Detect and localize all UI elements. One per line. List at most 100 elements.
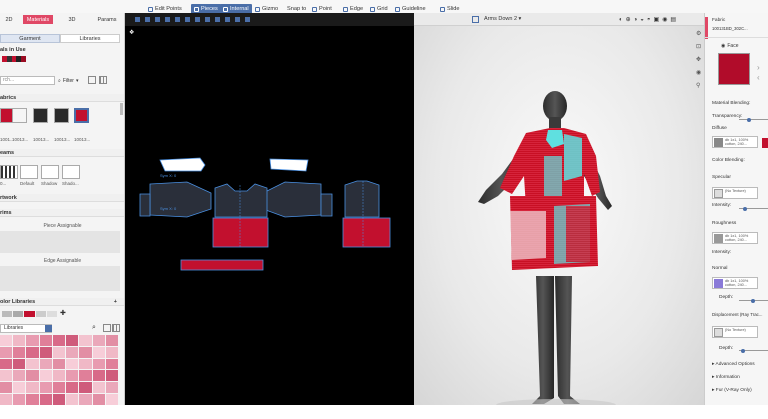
color-chip[interactable] [26, 370, 39, 382]
link-icon[interactable]: ⚲ [696, 82, 704, 89]
fabric-preview[interactable] [718, 53, 750, 85]
color-chip[interactable] [79, 346, 92, 358]
settings-icon[interactable]: ⚙ [696, 30, 704, 37]
avatar-icon[interactable] [472, 16, 479, 23]
color-chip[interactable] [0, 382, 13, 394]
color-chip[interactable] [39, 382, 52, 394]
color-chip[interactable] [26, 346, 39, 358]
color-chip[interactable] [105, 346, 118, 358]
color-chip[interactable] [13, 394, 26, 405]
color-chip[interactable] [13, 346, 26, 358]
list-view-icon[interactable] [88, 76, 96, 84]
advanced-options-section[interactable]: ▸ Advanced Options [712, 362, 755, 367]
move-icon[interactable]: ✥ [696, 56, 704, 63]
slider-knob[interactable] [741, 348, 745, 353]
color-chip[interactable] [105, 335, 118, 346]
view3d-icons[interactable]: ◐⊕◑◒◓▣◉▤ [619, 16, 679, 23]
seam-swatch[interactable] [0, 165, 18, 179]
eyedropper-icon[interactable]: ✚ [60, 310, 68, 318]
seam-swatch[interactable] [41, 165, 59, 179]
color-chip[interactable] [52, 346, 66, 358]
slider-knob[interactable] [743, 206, 747, 211]
roughness-texture[interactable]: db 1x1, 100% cotton, 240... [712, 232, 758, 244]
color-chip[interactable] [66, 358, 79, 370]
diffuse-texture[interactable]: db 1x1, 100% cotton, 240... [712, 136, 758, 148]
color-chip[interactable] [92, 335, 105, 346]
color-chip[interactable] [0, 358, 13, 370]
face-tab[interactable]: ◉ Face [721, 43, 739, 49]
color-chip[interactable] [0, 346, 13, 358]
color-chip[interactable] [52, 394, 66, 405]
add-icon[interactable]: + [114, 299, 117, 305]
color-chip[interactable] [79, 370, 92, 382]
chevron-left-icon[interactable]: ‹ [757, 73, 760, 82]
color-chip[interactable] [26, 394, 39, 405]
lock-icon[interactable]: ⊡ [696, 43, 704, 50]
fabric-swatch-selected[interactable] [74, 108, 89, 123]
tab-3d[interactable]: 3D [57, 15, 87, 24]
garment-3d-view[interactable]: Arms Down 2 ▾ ◐⊕◑◒◓▣◉▤ [414, 13, 704, 405]
fabric-swatch[interactable] [33, 108, 48, 123]
color-chip[interactable] [79, 358, 92, 370]
edge-assignable-area[interactable] [0, 266, 120, 291]
color-chip[interactable] [0, 335, 13, 346]
list-view-icon[interactable] [103, 324, 111, 332]
color-chip[interactable] [39, 335, 52, 346]
eye-icon[interactable]: ◉ [696, 69, 704, 76]
diffuse-color[interactable] [762, 138, 768, 148]
fabric-swatch[interactable] [12, 108, 27, 123]
color-chip[interactable] [66, 370, 79, 382]
color-chip[interactable] [26, 382, 39, 394]
trims-section[interactable]: rims [0, 209, 124, 217]
sub-tab-garment[interactable]: Garment [0, 34, 60, 43]
color-libraries-section[interactable]: olor Libraries + [0, 298, 124, 306]
color-chip[interactable] [52, 370, 66, 382]
color-chip[interactable] [105, 370, 118, 382]
color-chip[interactable] [79, 382, 92, 394]
color-chip[interactable] [92, 346, 105, 358]
color-chip[interactable] [13, 335, 26, 346]
search-input[interactable]: rch... [0, 76, 55, 85]
recent-colors[interactable] [2, 311, 58, 317]
artwork-section[interactable]: rtwork [0, 194, 124, 202]
avatar-render[interactable] [414, 26, 704, 405]
search-icon[interactable]: ⌕ [92, 324, 100, 332]
fur-section[interactable]: ▸ Fur (V-Ray Only) [712, 388, 752, 393]
displacement-texture[interactable]: (No Texture) [712, 326, 758, 338]
grid-view-icon[interactable] [99, 76, 107, 84]
piece-assignable-area[interactable] [0, 231, 120, 253]
color-chip[interactable] [13, 370, 26, 382]
color-chip[interactable] [52, 382, 66, 394]
specular-texture[interactable]: (No Texture) [712, 187, 758, 199]
depth-slider[interactable] [739, 298, 768, 303]
seam-swatch[interactable] [62, 165, 80, 179]
color-library-grid[interactable] [0, 335, 118, 405]
color-chip[interactable] [79, 335, 92, 346]
depth-slider[interactable] [739, 348, 768, 353]
color-chip[interactable] [66, 335, 79, 346]
information-section[interactable]: ▸ Information [712, 375, 740, 380]
grid-view-icon[interactable] [112, 324, 120, 332]
color-chip[interactable] [66, 382, 79, 394]
color-chip[interactable] [79, 394, 92, 405]
color-chip[interactable] [105, 394, 118, 405]
color-chip[interactable] [0, 370, 13, 382]
color-chip[interactable] [0, 394, 13, 405]
filter-button[interactable]: ⌕ Filter ▾ [58, 76, 82, 85]
color-chip[interactable] [26, 335, 39, 346]
color-chip[interactable] [39, 358, 52, 370]
transparency-slider[interactable] [739, 117, 768, 122]
fabric-swatch[interactable] [54, 108, 69, 123]
avatar-pose-select[interactable]: Arms Down 2 ▾ [484, 16, 521, 22]
color-chip[interactable] [66, 394, 79, 405]
seams-section[interactable]: eams [0, 149, 124, 157]
color-chip[interactable] [92, 382, 105, 394]
tab-2d[interactable]: 2D [0, 15, 18, 24]
color-chip[interactable] [39, 370, 52, 382]
tab-materials[interactable]: Materials [23, 15, 53, 24]
sub-tab-libraries[interactable]: Libraries [60, 34, 120, 43]
intensity-slider[interactable] [739, 206, 768, 211]
color-chip[interactable] [52, 335, 66, 346]
color-chip[interactable] [66, 346, 79, 358]
chevron-right-icon[interactable]: › [757, 63, 760, 72]
